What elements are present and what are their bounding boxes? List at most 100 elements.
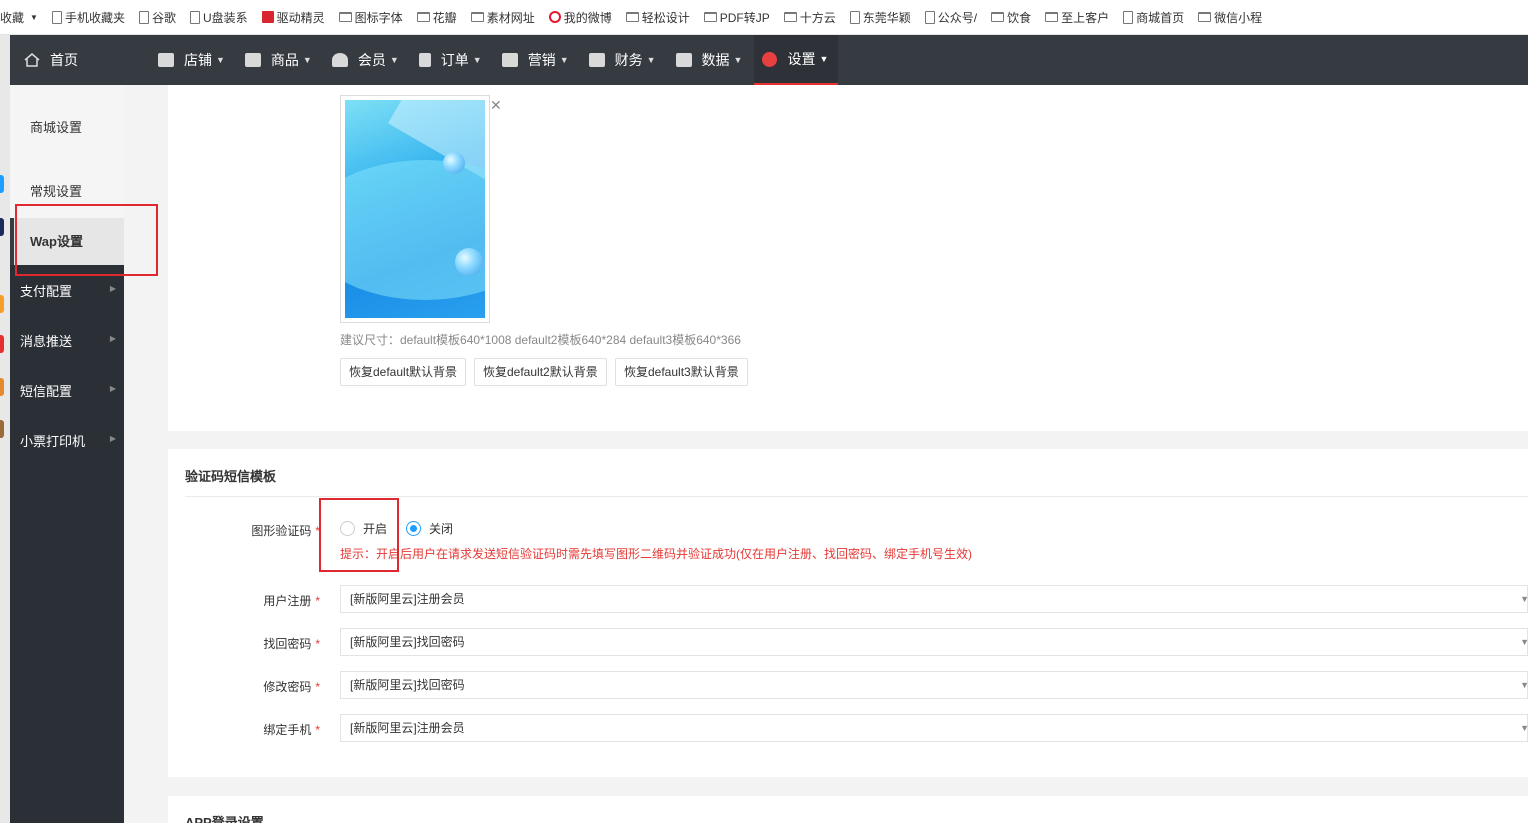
left-edge-strip <box>0 35 10 823</box>
member-icon <box>331 53 348 67</box>
chart-icon <box>675 53 692 67</box>
bind-phone-template-select[interactable]: [新版阿里云]注册会员 ▼ <box>340 714 1528 742</box>
nav-goods[interactable]: 商品 ▼ <box>237 35 322 85</box>
annotation-box <box>319 498 399 572</box>
restore-default3-button[interactable]: 恢复default3默认背景 <box>615 358 748 386</box>
chevron-right-icon: ▶ <box>109 284 116 293</box>
background-thumbnail[interactable] <box>340 95 490 323</box>
sidebar-item-sms[interactable]: 短信配置 ▶ <box>20 381 124 400</box>
sidebar-item-printer[interactable]: 小票打印机 ▶ <box>20 431 124 450</box>
restore-default-button[interactable]: 恢复default默认背景 <box>340 358 467 386</box>
bind-phone-label: 绑定手机 * <box>168 721 320 738</box>
bookmark-item[interactable]: 驱动精灵 <box>261 9 325 26</box>
bookmark-item[interactable]: U盘装系 <box>189 9 248 26</box>
chevron-down-icon: ▼ <box>733 55 743 65</box>
chevron-down-icon: ▼ <box>1520 594 1528 604</box>
change-password-template-select[interactable]: [新版阿里云]找回密码 ▼ <box>340 671 1528 699</box>
bookmark-label: 微信小程 <box>1214 10 1263 25</box>
nav-finance[interactable]: 财务 ▼ <box>581 35 666 85</box>
bookmark-item[interactable]: 我的微博 <box>548 9 612 26</box>
field-label: 图形验证码 <box>251 524 312 538</box>
folder-icon <box>338 12 352 22</box>
nav-label: 数据 <box>701 52 730 68</box>
bookmark-item[interactable]: 谷歌 <box>138 9 176 26</box>
register-label: 用户注册 * <box>168 592 320 609</box>
bookmark-item[interactable]: 图标字体 <box>338 9 403 26</box>
bookmark-label: 素材网址 <box>486 10 535 25</box>
bookmark-item[interactable]: 东莞华颖 <box>849 9 911 26</box>
bookmark-item[interactable]: 饮食 <box>991 9 1031 26</box>
recover-template-select[interactable]: [新版阿里云]找回密码 ▼ <box>340 628 1528 656</box>
chevron-right-icon: ▶ <box>109 334 116 343</box>
captcha-off-radio[interactable]: 关闭 <box>406 520 453 537</box>
bookmark-item[interactable]: 素材网址 <box>470 9 535 26</box>
sidebar-item-label: 短信配置 <box>20 384 73 399</box>
bookmark-item[interactable]: 十方云 <box>783 9 836 26</box>
select-value: [新版阿里云]找回密码 <box>350 635 465 649</box>
bookmark-collections[interactable]: 收藏 ▼ <box>0 9 38 26</box>
bookmark-item[interactable]: PDF转JP <box>703 9 770 26</box>
bookmark-item[interactable]: 商城首页 <box>1123 9 1184 26</box>
bookmark-item[interactable]: 微信小程 <box>1198 9 1262 26</box>
register-template-select[interactable]: [新版阿里云]注册会员 ▼ <box>340 585 1528 613</box>
bookmark-label: PDF转JP <box>719 10 770 25</box>
sidebar-item-label: 小票打印机 <box>20 434 86 449</box>
chevron-right-icon: ▶ <box>109 434 116 443</box>
bookmark-item[interactable]: 公众号/ <box>924 9 978 26</box>
bookmark-label: 谷歌 <box>151 10 176 25</box>
bookmark-item[interactable]: 手机收藏夹 <box>51 9 125 26</box>
chevron-down-icon: ▼ <box>389 55 399 65</box>
required-mark: * <box>315 637 320 651</box>
bookmark-label: 东莞华颖 <box>862 10 911 25</box>
field-label: 绑定手机 <box>263 723 312 737</box>
sidebar-item-payment[interactable]: 支付配置 ▶ <box>20 281 124 300</box>
folder-icon <box>416 12 430 22</box>
folder-icon <box>783 12 797 22</box>
app-icon <box>0 378 4 396</box>
nav-data[interactable]: 数据 ▼ <box>668 35 753 85</box>
nav-label: 设置 <box>787 51 816 67</box>
field-label: 修改密码 <box>263 680 312 694</box>
decoration <box>345 160 485 300</box>
sidebar-item-push[interactable]: 消息推送 ▶ <box>20 331 124 350</box>
gear-icon <box>762 51 778 67</box>
page-icon <box>924 10 935 24</box>
bookmark-item[interactable]: 至上客户 <box>1045 9 1109 26</box>
bookmark-item[interactable]: 花瓣 <box>416 9 457 26</box>
bookmark-label: 至上客户 <box>1061 10 1110 25</box>
restore-default2-button[interactable]: 恢复default2默认背景 <box>474 358 607 386</box>
required-mark: * <box>315 680 320 694</box>
submenu-item-general-settings[interactable]: 常规设置 <box>30 181 82 200</box>
folder-icon <box>991 12 1005 22</box>
app-login-card: APP登录设置 <box>168 796 1528 823</box>
select-value: [新版阿里云]注册会员 <box>350 721 465 735</box>
remove-image-icon[interactable]: ✕ <box>490 97 502 114</box>
nav-settings[interactable]: 设置 ▼ <box>754 35 839 85</box>
bookmark-item[interactable]: 轻松设计 <box>625 9 690 26</box>
nav-member[interactable]: 会员 ▼ <box>324 35 409 85</box>
nav-order[interactable]: 订单 ▼ <box>411 35 492 85</box>
bookmark-label: 十方云 <box>799 10 836 25</box>
section-title: APP登录设置 <box>185 815 264 823</box>
decoration <box>443 152 465 174</box>
submenu-item-mall-settings[interactable]: 商城设置 <box>30 117 82 136</box>
page-icon <box>138 10 149 24</box>
side-nav: 商城设置 常规设置 Wap设置 支付配置 ▶ 消息推送 ▶ 短信配置 ▶ 小票打印机 ▶ <box>10 85 124 823</box>
size-hint: 建议尺寸：default模板640*1008 default2模板640*284… <box>340 333 741 347</box>
background-image <box>345 100 485 318</box>
change-password-label: 修改密码 * <box>168 678 320 695</box>
decoration <box>455 248 483 276</box>
bookmark-label: 公众号/ <box>937 10 978 25</box>
main-content: ✕ 建议尺寸：default模板640*1008 default2模板640*2… <box>124 85 1528 823</box>
recover-label: 找回密码 * <box>168 635 320 652</box>
required-mark: * <box>315 594 320 608</box>
nav-label: 营销 <box>527 52 556 68</box>
nav-label: 会员 <box>357 52 386 68</box>
bookmark-label: 驱动精灵 <box>276 10 325 25</box>
weibo-icon <box>548 11 561 23</box>
nav-marketing[interactable]: 营销 ▼ <box>494 35 579 85</box>
nav-label: 店铺 <box>184 52 212 68</box>
nav-home[interactable]: 首页 <box>10 50 150 70</box>
nav-shop[interactable]: 店铺 ▼ <box>150 35 235 85</box>
home-icon <box>24 53 40 67</box>
